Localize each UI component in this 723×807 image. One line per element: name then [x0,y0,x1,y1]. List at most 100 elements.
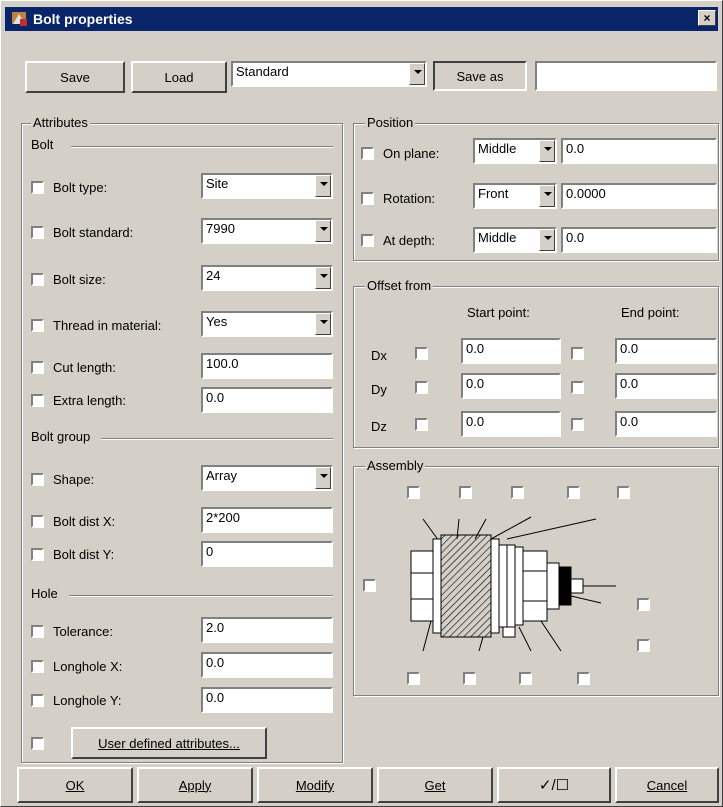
hole-section-divider [69,595,333,597]
offset-dz-end-input[interactable]: 0.0 [615,411,717,437]
assembly-nut-top-2-checkbox[interactable] [617,486,630,499]
chevron-down-icon[interactable] [539,185,555,207]
chevron-down-icon[interactable] [539,229,555,251]
shape-select[interactable]: Array [201,465,333,491]
chevron-down-icon[interactable] [409,63,425,85]
bolt-dist-y-input[interactable]: 0 [201,541,333,567]
offset-dy-start-checkbox[interactable] [415,381,428,394]
on-plane-checkbox[interactable] [361,147,374,160]
shape-checkbox[interactable] [31,473,44,486]
tolerance-input[interactable]: 2.0 [201,617,333,643]
rotation-option: Front [478,186,509,201]
bolt-size-checkbox[interactable] [31,273,44,286]
title-bar: Bolt properties × [5,7,718,31]
bolt-type-checkbox[interactable] [31,181,44,194]
offset-dy-start-input[interactable]: 0.0 [461,373,561,399]
bolt-dist-y-label: Bolt dist Y: [53,547,115,562]
assembly-washer-bottom-3-checkbox[interactable] [519,672,532,685]
thread-checkbox[interactable] [31,319,44,332]
thread-select[interactable]: Yes [201,311,333,337]
offset-dx-start-checkbox[interactable] [415,347,428,360]
bolt-type-select[interactable]: Site [201,173,333,199]
get-button[interactable]: Get [377,767,493,803]
longhole-x-input[interactable]: 0.0 [201,652,333,678]
offset-dz-end-checkbox[interactable] [571,418,584,431]
offset-dx-label: Dx [371,348,387,363]
bolt-type-value: Site [206,176,229,191]
longhole-x-checkbox[interactable] [31,660,44,673]
at-depth-select[interactable]: Middle [473,227,557,253]
offset-dy-label: Dy [371,382,387,397]
chevron-down-icon[interactable] [315,220,331,242]
end-point-header: End point: [621,305,680,320]
modify-button[interactable]: Modify [257,767,373,803]
extra-length-label: Extra length: [53,393,126,408]
assembly-nut-top-1-checkbox[interactable] [567,486,580,499]
assembly-washer-bottom-2-checkbox[interactable] [463,672,476,685]
apply-button[interactable]: Apply [137,767,253,803]
offset-dz-start-input[interactable]: 0.0 [461,411,561,437]
preset-value: Standard [236,64,289,79]
load-button[interactable]: Load [131,61,227,93]
bolt-dist-x-input[interactable]: 2*200 [201,507,333,533]
offset-dz-label: Dz [371,419,387,434]
offset-dx-end-checkbox[interactable] [571,347,584,360]
bolt-standard-checkbox[interactable] [31,226,44,239]
at-depth-input[interactable]: 0.0 [561,227,717,253]
bolt-size-select[interactable]: 24 [201,265,333,291]
longhole-y-input[interactable]: 0.0 [201,687,333,713]
longhole-y-checkbox[interactable] [31,694,44,707]
cut-length-input[interactable]: 100.0 [201,353,333,379]
at-depth-checkbox[interactable] [361,234,374,247]
preset-select[interactable]: Standard [231,61,427,87]
bolt-standard-select[interactable]: 7990 [201,218,333,244]
user-defined-checkbox[interactable] [31,737,44,750]
assembly-nut-right-2-checkbox[interactable] [637,639,650,652]
cancel-button[interactable]: Cancel [615,767,719,803]
assembly-washer-top-2-checkbox[interactable] [459,486,472,499]
ok-button[interactable]: OK [17,767,133,803]
rotation-input[interactable]: 0.0000 [561,183,717,209]
assembly-group-label: Assembly [365,458,426,473]
on-plane-input[interactable]: 0.0 [561,138,717,164]
chevron-down-icon[interactable] [539,140,555,162]
assembly-washer-bottom-4-checkbox[interactable] [577,672,590,685]
assembly-nut-right-1-checkbox[interactable] [637,598,650,611]
bolt-assembly-diagram-icon [410,516,616,652]
assembly-washer-top-1-checkbox[interactable] [407,486,420,499]
chevron-down-icon[interactable] [315,175,331,197]
toggle-all-button[interactable]: ✓/☐ [497,767,611,803]
close-icon[interactable]: × [698,10,716,26]
chevron-down-icon[interactable] [315,313,331,335]
tolerance-checkbox[interactable] [31,625,44,638]
offset-dx-start-input[interactable]: 0.0 [461,338,561,364]
bolt-dist-y-checkbox[interactable] [31,548,44,561]
chevron-down-icon[interactable] [315,467,331,489]
on-plane-select[interactable]: Middle [473,138,557,164]
assembly-washer-bottom-1-checkbox[interactable] [407,672,420,685]
offset-dy-end-checkbox[interactable] [571,381,584,394]
rotation-checkbox[interactable] [361,192,374,205]
bolt-dist-x-checkbox[interactable] [31,515,44,528]
offset-dx-end-input[interactable]: 0.0 [615,338,717,364]
offset-dy-end-input[interactable]: 0.0 [615,373,717,399]
longhole-x-label: Longhole X: [53,659,123,674]
hole-section-label: Hole [31,586,58,601]
assembly-bolt-checkbox[interactable] [363,579,376,592]
save-as-name-input[interactable] [535,61,717,91]
position-group-label: Position [365,115,416,130]
assembly-washer-top-3-checkbox[interactable] [511,486,524,499]
user-defined-attributes-button[interactable]: User defined attributes... [71,727,267,759]
cut-length-checkbox[interactable] [31,361,44,374]
extra-length-checkbox[interactable] [31,394,44,407]
attributes-group-label: Attributes [31,115,90,130]
save-as-button[interactable]: Save as [433,61,527,91]
thread-value: Yes [206,314,228,329]
rotation-label: Rotation: [383,191,436,206]
rotation-select[interactable]: Front [473,183,557,209]
save-button[interactable]: Save [25,61,125,93]
chevron-down-icon[interactable] [315,267,331,289]
offset-dz-start-checkbox[interactable] [415,418,428,431]
tolerance-label: Tolerance: [53,624,113,639]
extra-length-input[interactable]: 0.0 [201,387,333,413]
